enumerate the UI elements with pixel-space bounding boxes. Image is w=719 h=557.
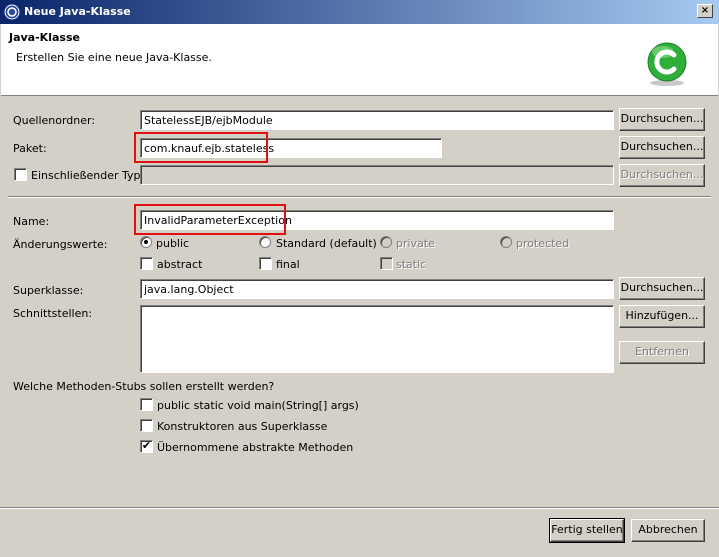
final-label: final [276, 258, 300, 271]
package-browse-button[interactable]: Durchsuchen... [619, 136, 705, 159]
inherited-stub-checkbox[interactable]: ✔ [140, 440, 153, 453]
finish-button[interactable]: Fertig stellen [549, 518, 625, 543]
page-description: Erstellen Sie eine neue Java-Klasse. [16, 51, 212, 64]
package-highlight [134, 132, 268, 163]
superclass-input[interactable]: java.lang.Object [140, 279, 614, 299]
protected-label: protected [516, 237, 570, 250]
private-radio[interactable] [380, 236, 392, 248]
name-label: Name: [13, 215, 50, 228]
remove-interface-button[interactable]: Entfernen [619, 341, 705, 364]
wizard-header: Java-Klasse Erstellen Sie eine neue Java… [1, 24, 718, 96]
standard-label: Standard (default) [276, 237, 377, 250]
private-label: private [396, 237, 435, 250]
close-button[interactable]: × [697, 4, 713, 18]
eclipse-icon [4, 4, 20, 20]
new-class-icon [647, 42, 687, 86]
public-label: public [156, 237, 190, 250]
source-folder-input[interactable]: StatelessEJB/ejbModule [140, 110, 614, 130]
add-interface-button[interactable]: Hinzufügen... [619, 305, 705, 328]
enclosing-type-label: Einschließender Typ: [31, 169, 145, 182]
name-highlight [134, 204, 286, 235]
package-label: Paket: [13, 142, 47, 155]
static-label: static [396, 258, 427, 271]
enclosing-type-input[interactable] [140, 165, 614, 185]
superclass-label: Superklasse: [13, 284, 84, 297]
interfaces-list[interactable] [140, 305, 614, 373]
separator [8, 196, 711, 198]
window-title: Neue Java-Klasse [24, 5, 131, 18]
interfaces-label: Schnittstellen: [13, 307, 93, 320]
abstract-checkbox[interactable] [140, 257, 153, 270]
source-folder-browse-button[interactable]: Durchsuchen... [619, 108, 705, 131]
public-radio[interactable] [140, 236, 152, 248]
main-stub-checkbox[interactable] [140, 398, 153, 411]
static-checkbox[interactable] [380, 257, 393, 270]
page-title: Java-Klasse [9, 31, 80, 44]
enclosing-type-browse-button[interactable]: Durchsuchen... [619, 164, 705, 187]
constructors-stub-checkbox[interactable] [140, 419, 153, 432]
inherited-stub-label: Übernommene abstrakte Methoden [157, 441, 354, 454]
abstract-label: abstract [157, 258, 203, 271]
enclosing-type-checkbox[interactable] [14, 168, 27, 181]
modifiers-label: Änderungswerte: [13, 238, 108, 251]
main-stub-label: public static void main(String[] args) [157, 399, 359, 412]
footer-separator [0, 507, 719, 509]
source-folder-label: Quellenordner: [13, 114, 96, 127]
superclass-browse-button[interactable]: Durchsuchen... [619, 277, 705, 300]
final-checkbox[interactable] [259, 257, 272, 270]
standard-radio[interactable] [259, 236, 271, 248]
stubs-question: Welche Methoden-Stubs sollen erstellt we… [13, 380, 275, 393]
protected-radio[interactable] [500, 236, 512, 248]
cancel-button[interactable]: Abbrechen [631, 519, 705, 542]
constructors-stub-label: Konstruktoren aus Superklasse [157, 420, 328, 433]
title-bar: Neue Java-Klasse × [0, 0, 719, 24]
